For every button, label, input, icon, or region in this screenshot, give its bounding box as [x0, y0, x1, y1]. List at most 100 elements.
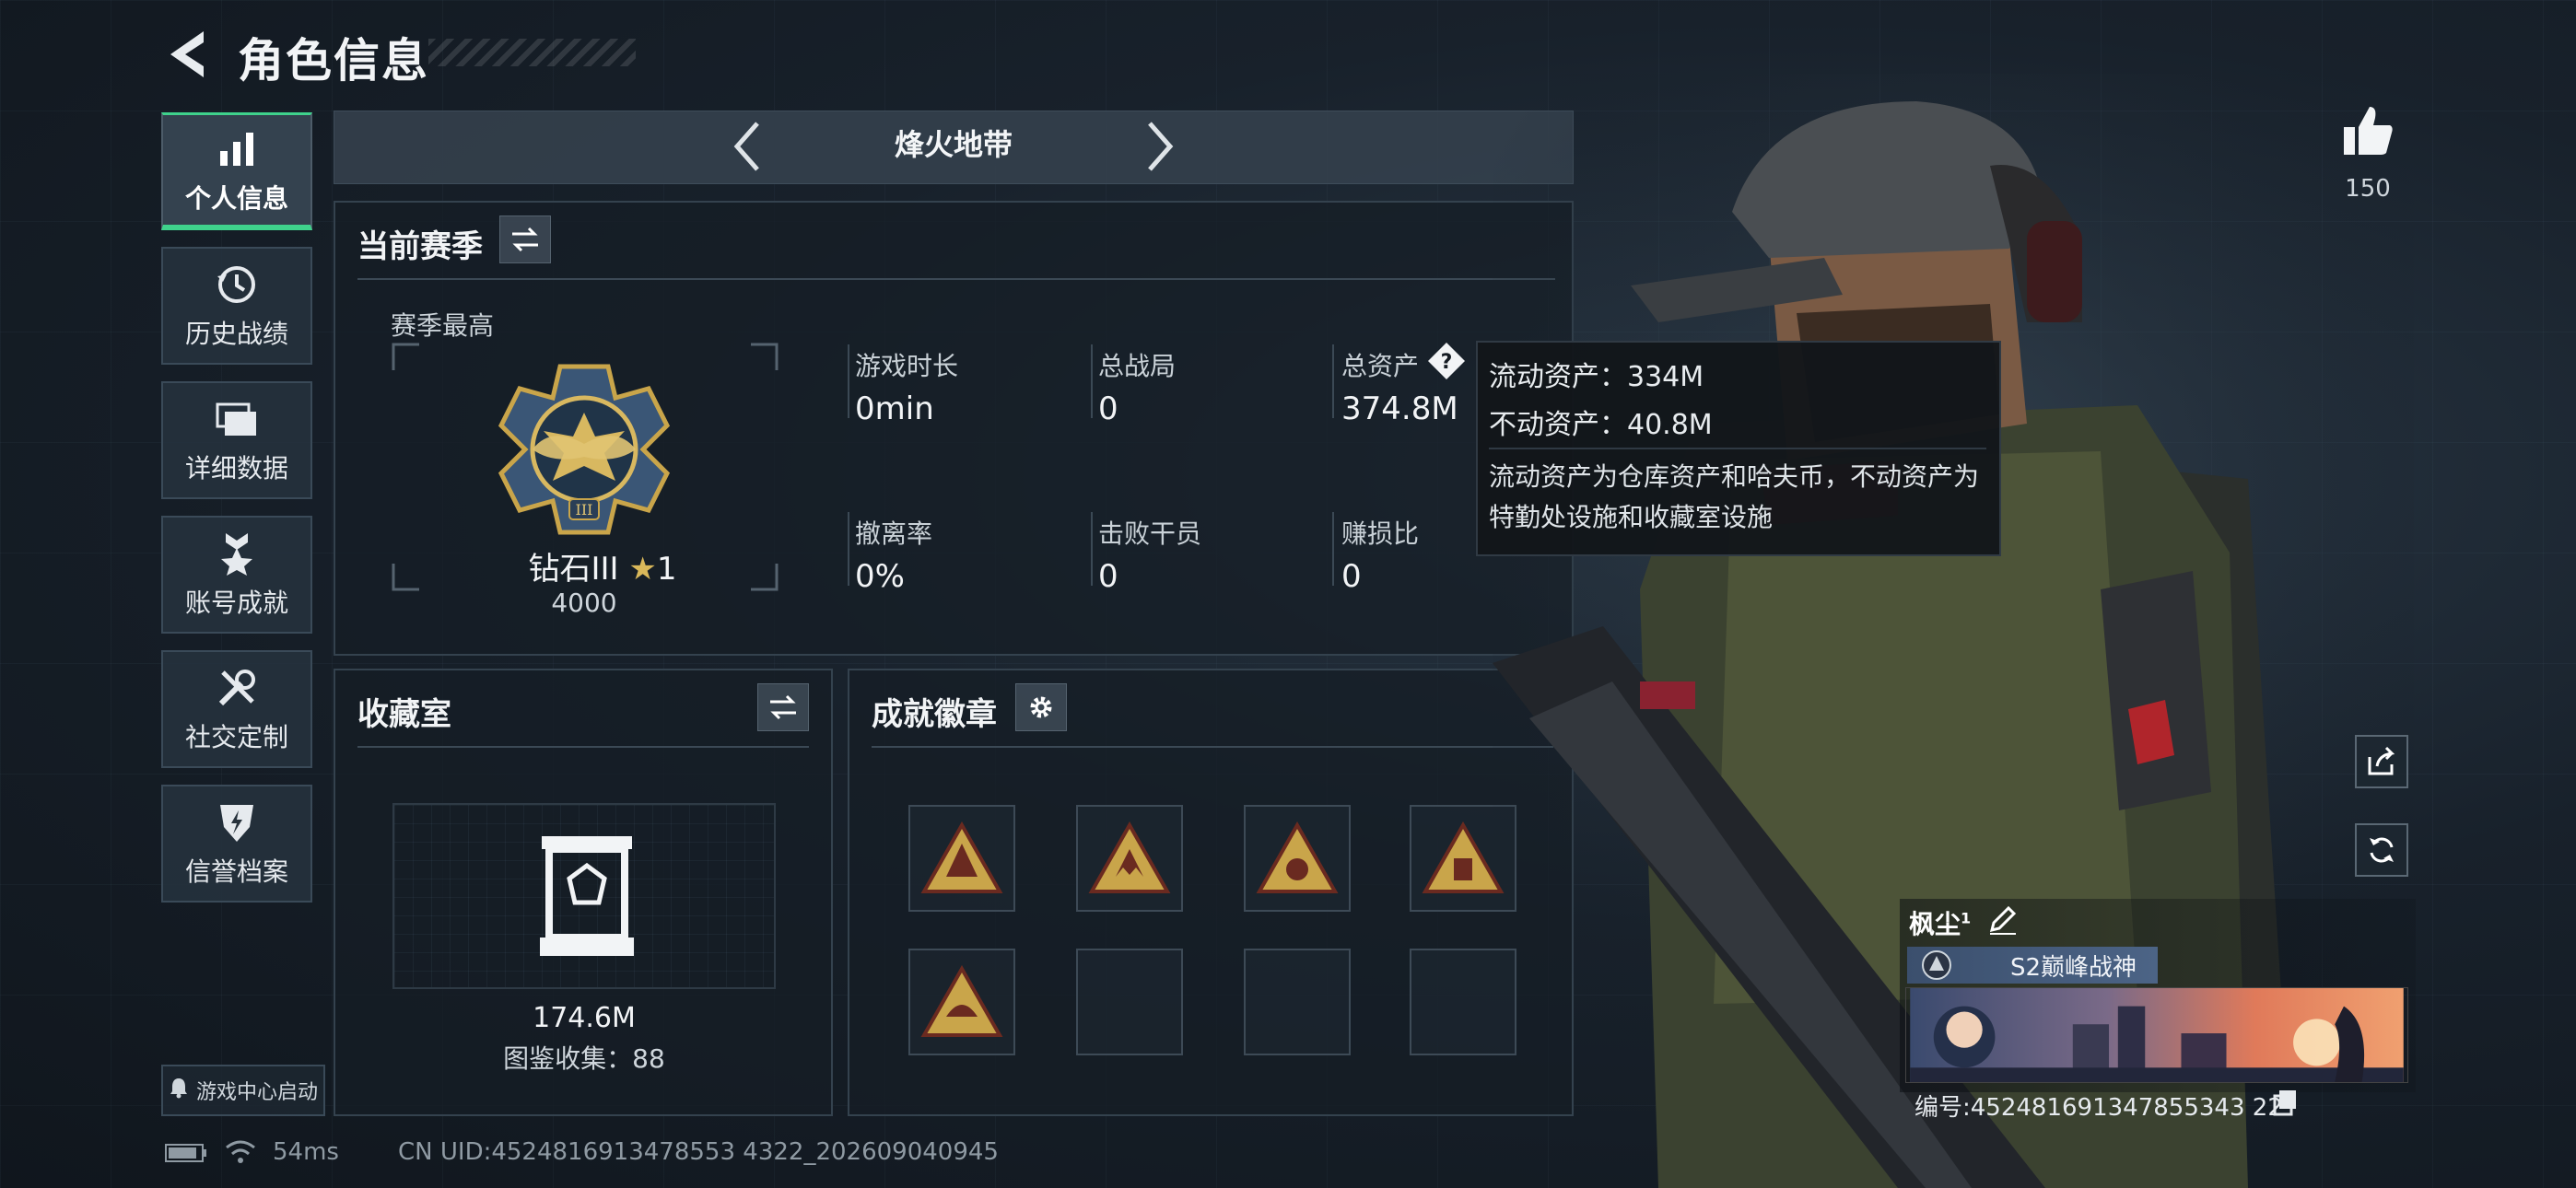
question-diamond-icon: ? [1428, 343, 1465, 379]
sidebar-item-label: 信誉档案 [184, 856, 288, 887]
stat-separator [848, 344, 849, 418]
battery-icon [164, 1142, 210, 1164]
rank-diamond-emblem: III [498, 364, 671, 535]
player-name-row: 枫尘1 [1909, 904, 1971, 941]
sidebar-item-achievements[interactable]: 账号成就 [161, 516, 312, 634]
stat-value-kills: 0 [1098, 558, 1118, 595]
achievement-badge-icon [920, 821, 1003, 893]
chevron-right-icon [1148, 122, 1174, 171]
collection-display[interactable] [392, 803, 776, 989]
chevron-left-icon [733, 122, 759, 171]
mode-label: 烽火地带 [894, 127, 1013, 162]
badge-slot[interactable] [908, 949, 1015, 1055]
collection-catalog: 图鉴收集：88 [503, 1043, 665, 1074]
like-count: 150 [2345, 175, 2391, 203]
share-button[interactable] [2355, 735, 2408, 788]
tooltip-description: 流动资产为仓库资产和哈夫币，不动资产为特勤处设施和收藏室设施 [1489, 461, 1980, 532]
gear-icon [1030, 696, 1052, 718]
sidebar-item-social[interactable]: 社交定制 [161, 650, 312, 768]
stat-value-total-assets: 374.8M [1341, 390, 1458, 427]
swap-arrows-icon [770, 694, 796, 720]
copy-id-button[interactable] [2272, 1089, 2300, 1116]
sidebar-item-reputation[interactable]: 信誉档案 [161, 785, 312, 903]
profile-banner-image [1905, 987, 2408, 1083]
tooltip-fixed-assets: 不动资产：40.8M [1489, 409, 1713, 441]
game-center-launch-button[interactable]: 游戏中心启动 [161, 1065, 325, 1116]
svg-text:?: ? [1441, 351, 1453, 374]
mode-next-button[interactable] [1139, 118, 1179, 175]
sidebar-item-label: 账号成就 [184, 588, 288, 618]
bar-chart-icon [213, 125, 261, 173]
sidebar-item-history[interactable]: 历史战绩 [161, 247, 312, 365]
season-title: 当前赛季 [357, 228, 483, 265]
history-clock-icon [213, 261, 261, 309]
shield-bolt-icon [213, 798, 261, 846]
rank-score: 4000 [551, 588, 617, 618]
refresh-button[interactable] [2355, 823, 2408, 877]
achievement-badge-icon [1088, 821, 1171, 893]
title-badge-text: S2巅峰战神 [2010, 953, 2137, 982]
panel-divider [872, 746, 1553, 748]
like-button[interactable] [2340, 103, 2395, 158]
sidebar-item-personal-info[interactable]: 个人信息 [161, 112, 312, 230]
badge-slot-empty[interactable] [1076, 949, 1183, 1055]
stat-label-profit-ratio: 赚损比 [1341, 518, 1420, 549]
stat-separator [1091, 344, 1093, 418]
sidebar-item-label: 个人信息 [184, 182, 288, 214]
stat-separator [1091, 512, 1093, 586]
season-switch-button[interactable] [499, 215, 551, 263]
panel-divider [357, 746, 809, 748]
stat-label-total-matches: 总战局 [1098, 351, 1177, 381]
copy-icon [2273, 1090, 2296, 1116]
stat-label-total-assets: 总资产 [1341, 351, 1420, 381]
stat-value-playtime: 0min [855, 390, 934, 427]
player-name-sup: 1 [1961, 909, 1972, 927]
stat-value-extract-rate: 0% [855, 558, 905, 595]
tooltip-divider [1489, 448, 1986, 449]
badge-slot[interactable] [1244, 805, 1351, 912]
share-icon [2368, 746, 2395, 775]
mode-prev-button[interactable] [728, 118, 768, 175]
game-center-label: 游戏中心启动 [195, 1081, 318, 1104]
edit-name-button[interactable] [1986, 903, 2020, 936]
badge-slot-empty[interactable] [1244, 949, 1351, 1055]
back-button[interactable] [161, 26, 213, 83]
sidebar-item-detailed-data[interactable]: 详细数据 [161, 381, 312, 499]
rank-name-row: 钻石III ★1 [501, 543, 704, 588]
rank-stars: 1 [656, 551, 677, 588]
stat-label-extract-rate: 撤离率 [855, 518, 933, 549]
uid-text: CN UID:4524816913478553 4322_20260904094… [398, 1138, 999, 1166]
achievement-badge-icon [1256, 821, 1339, 893]
folder-icon [213, 395, 261, 443]
badge-slot[interactable] [1076, 805, 1183, 912]
badges-title: 成就徽章 [872, 696, 997, 733]
collection-value: 174.6M [533, 1002, 636, 1034]
pencil-icon [1989, 905, 2017, 935]
stat-separator [848, 512, 849, 586]
thumbs-up-icon [2344, 107, 2393, 155]
stat-separator [1332, 344, 1334, 418]
title-decoration [428, 39, 636, 66]
sidebar-item-label: 社交定制 [184, 722, 288, 752]
badge-slot[interactable] [908, 805, 1015, 912]
star-icon: ★ [628, 551, 657, 588]
title-badge: S2巅峰战神 [1907, 947, 2158, 984]
badges-settings-button[interactable] [1015, 683, 1067, 731]
title-emblem-icon [1922, 950, 1951, 980]
achievement-badge-icon [920, 965, 1003, 1037]
stat-value-profit-ratio: 0 [1341, 558, 1362, 595]
medal-star-icon [213, 530, 261, 577]
sidebar-item-label: 历史战绩 [184, 319, 288, 349]
panel-divider [357, 278, 1555, 280]
player-id: 编号:452481691347855343 22 [1914, 1094, 2283, 1122]
wifi-icon [225, 1138, 256, 1166]
collection-title: 收藏室 [357, 696, 451, 733]
tooltip-liquid-assets: 流动资产：334M [1489, 361, 1704, 393]
refresh-icon [2370, 837, 2394, 863]
player-name: 枫尘 [1909, 909, 1961, 939]
stat-label-playtime: 游戏时长 [855, 351, 959, 381]
stat-label-kills: 击败干员 [1098, 518, 1202, 549]
bell-icon [169, 1077, 189, 1104]
collection-switch-button[interactable] [757, 683, 809, 731]
assets-help-button[interactable]: ? [1426, 341, 1467, 381]
